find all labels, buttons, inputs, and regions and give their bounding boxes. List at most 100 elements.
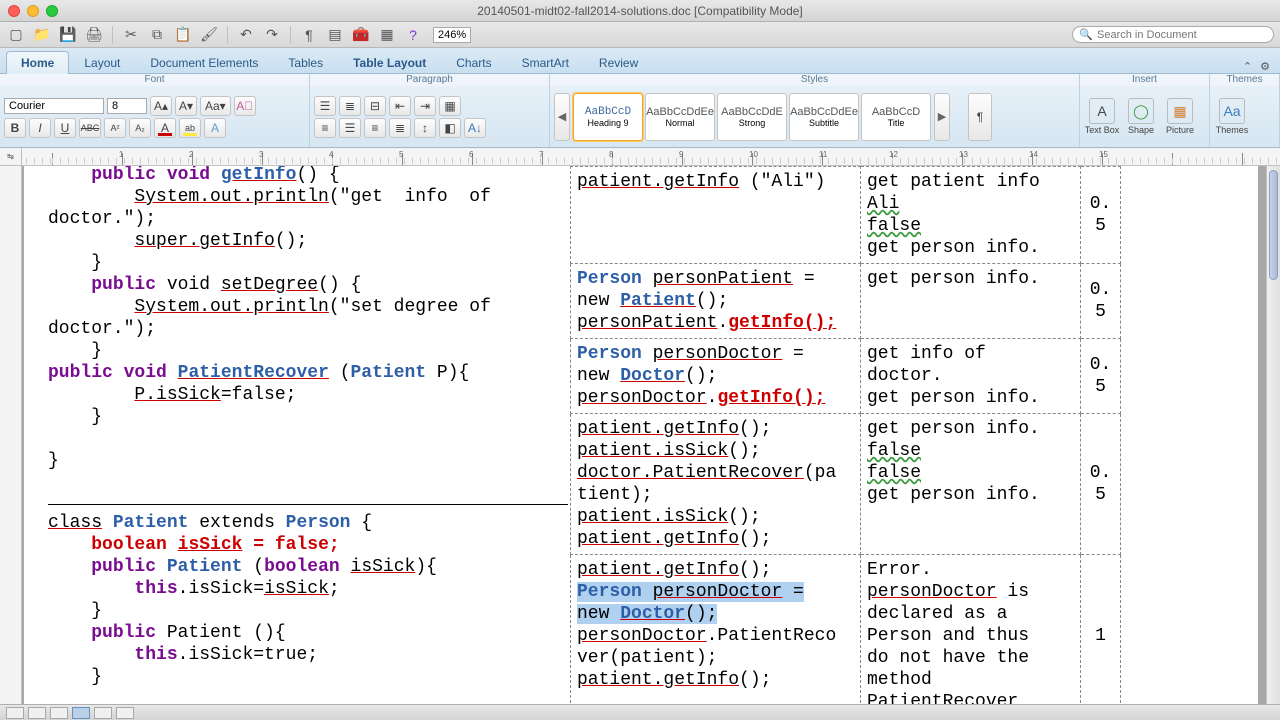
scrollbar-thumb[interactable] [1269, 170, 1278, 280]
clear-format-button[interactable]: A⃠ [234, 96, 256, 116]
style-item[interactable]: AaBbCcDdEeSubtitle [789, 93, 859, 141]
help-icon[interactable]: ? [403, 25, 423, 45]
picture-icon: ▦ [1167, 98, 1193, 124]
superscript-button[interactable]: A² [104, 118, 126, 138]
shrink-font-button[interactable]: A▾ [175, 96, 197, 116]
shading-button[interactable]: ◧ [439, 118, 461, 138]
style-gallery: AaBbCcDHeading 9AaBbCcDdEeNormalAaBbCcDd… [573, 93, 931, 141]
redo-icon[interactable]: ↷ [262, 25, 282, 45]
grow-font-button[interactable]: A▴ [150, 96, 172, 116]
highlight-button[interactable]: ab [179, 118, 201, 138]
style-item[interactable]: AaBbCcDdEeNormal [645, 93, 715, 141]
align-right-button[interactable]: ≡ [364, 118, 386, 138]
sidebar-icon[interactable]: ▤ [325, 25, 345, 45]
pilcrow-icon[interactable]: ¶ [299, 25, 319, 45]
font-size-selector[interactable]: 8 [107, 98, 147, 114]
print-icon[interactable]: 🖨 [84, 25, 104, 45]
format-painter-icon[interactable]: 🖌 [199, 25, 219, 45]
collapse-ribbon-icon[interactable]: ⌃ [1243, 60, 1252, 73]
shape-button[interactable]: ◯Shape [1123, 98, 1159, 135]
tab-table-layout[interactable]: Table Layout [338, 51, 441, 74]
tab-review[interactable]: Review [584, 51, 653, 74]
justify-button[interactable]: ≣ [389, 118, 411, 138]
shape-icon: ◯ [1128, 98, 1154, 124]
styles-pane-button[interactable]: ¶ [968, 93, 992, 141]
view-draft-button[interactable] [6, 707, 24, 719]
tab-home[interactable]: Home [6, 51, 69, 74]
new-doc-icon[interactable]: ▢ [6, 25, 26, 45]
font-color-button[interactable]: A [154, 118, 176, 138]
text-effects-button[interactable]: A [204, 118, 226, 138]
picture-button[interactable]: ▦Picture [1162, 98, 1198, 135]
bullets-button[interactable]: ☰ [314, 96, 336, 116]
tab-smartart[interactable]: SmartArt [507, 51, 584, 74]
numbering-button[interactable]: ≣ [339, 96, 361, 116]
minimize-icon[interactable] [27, 5, 39, 17]
text-box-button[interactable]: AText Box [1084, 98, 1120, 135]
increase-indent-button[interactable]: ⇥ [414, 96, 436, 116]
search-input[interactable] [1097, 29, 1267, 41]
undo-icon[interactable]: ↶ [236, 25, 256, 45]
sort-button[interactable]: A↓ [464, 118, 486, 138]
tab-tables[interactable]: Tables [273, 51, 338, 74]
styles-next-button[interactable]: ▶ [934, 93, 950, 141]
view-print-button[interactable] [72, 707, 90, 719]
group-themes: Themes AaThemes [1210, 74, 1280, 147]
tab-layout[interactable]: Layout [69, 51, 135, 74]
code-block-1: public void getInfo() { System.out.print… [48, 166, 568, 472]
line-spacing-button[interactable]: ↕ [414, 118, 436, 138]
answer-table: patient.getInfo ("Ali")get patient info … [570, 166, 1121, 704]
window-title: 20140501-midt02-fall2014-solutions.doc [… [477, 4, 803, 18]
table-row: Person personPatient = new Patient(); pe… [571, 264, 1121, 339]
window-controls [8, 5, 58, 17]
group-font: Font Courier 8 A▴ A▾ Aa▾ A⃠ B I U ABC A² [0, 74, 310, 147]
underline-button[interactable]: U [54, 118, 76, 138]
italic-button[interactable]: I [29, 118, 51, 138]
table-row: Person personDoctor = new Doctor(); pers… [571, 339, 1121, 414]
bold-button[interactable]: B [4, 118, 26, 138]
view-focus-button[interactable] [116, 707, 134, 719]
ribbon-tabs: Home Layout Document Elements Tables Tab… [0, 48, 1280, 74]
toolbox-icon[interactable]: 🧰 [351, 25, 371, 45]
zoom-selector[interactable]: 246% [433, 27, 471, 43]
save-icon[interactable]: 💾 [58, 25, 78, 45]
change-case-button[interactable]: Aa▾ [200, 96, 231, 116]
vertical-scrollbar[interactable] [1266, 166, 1280, 704]
copy-icon[interactable]: ⧉ [147, 25, 167, 45]
media-icon[interactable]: ▦ [377, 25, 397, 45]
close-icon[interactable] [8, 5, 20, 17]
view-outline-button[interactable] [28, 707, 46, 719]
zoom-icon[interactable] [46, 5, 58, 17]
styles-prev-button[interactable]: ◀ [554, 93, 570, 141]
view-publishing-button[interactable] [50, 707, 68, 719]
gear-icon[interactable]: ⚙ [1260, 60, 1270, 73]
style-item[interactable]: AaBbCcDTitle [861, 93, 931, 141]
document-area: public void getInfo() { System.out.print… [0, 166, 1280, 704]
strike-button[interactable]: ABC [79, 118, 101, 138]
decrease-indent-button[interactable]: ⇤ [389, 96, 411, 116]
open-icon[interactable]: 📁 [32, 25, 52, 45]
subscript-button[interactable]: A₂ [129, 118, 151, 138]
vertical-ruler[interactable] [0, 166, 22, 704]
horizontal-ruler[interactable]: ↹ 123456789101112131415 [0, 148, 1280, 166]
align-center-button[interactable]: ☰ [339, 118, 361, 138]
search-box[interactable]: 🔍 [1072, 26, 1274, 43]
multilevel-button[interactable]: ⊟ [364, 96, 386, 116]
view-notebook-button[interactable] [94, 707, 112, 719]
themes-icon: Aa [1219, 98, 1245, 124]
themes-button[interactable]: AaThemes [1214, 98, 1250, 135]
style-item[interactable]: AaBbCcDdEStrong [717, 93, 787, 141]
page[interactable]: public void getInfo() { System.out.print… [24, 166, 1258, 704]
font-name-selector[interactable]: Courier [4, 98, 104, 114]
ribbon: Font Courier 8 A▴ A▾ Aa▾ A⃠ B I U ABC A² [0, 74, 1280, 148]
align-left-button[interactable]: ≡ [314, 118, 336, 138]
cut-icon[interactable]: ✂ [121, 25, 141, 45]
style-item[interactable]: AaBbCcDHeading 9 [573, 93, 643, 141]
borders-button[interactable]: ▦ [439, 96, 461, 116]
tab-charts[interactable]: Charts [441, 51, 506, 74]
table-row: patient.getInfo(); Person personDoctor =… [571, 555, 1121, 705]
quick-access-toolbar: ▢ 📁 💾 🖨 ✂ ⧉ 📋 🖌 ↶ ↷ ¶ ▤ 🧰 ▦ ? 246% 🔍 [0, 22, 1280, 48]
tab-document-elements[interactable]: Document Elements [135, 51, 273, 74]
search-icon: 🔍 [1079, 28, 1093, 41]
paste-icon[interactable]: 📋 [173, 25, 193, 45]
